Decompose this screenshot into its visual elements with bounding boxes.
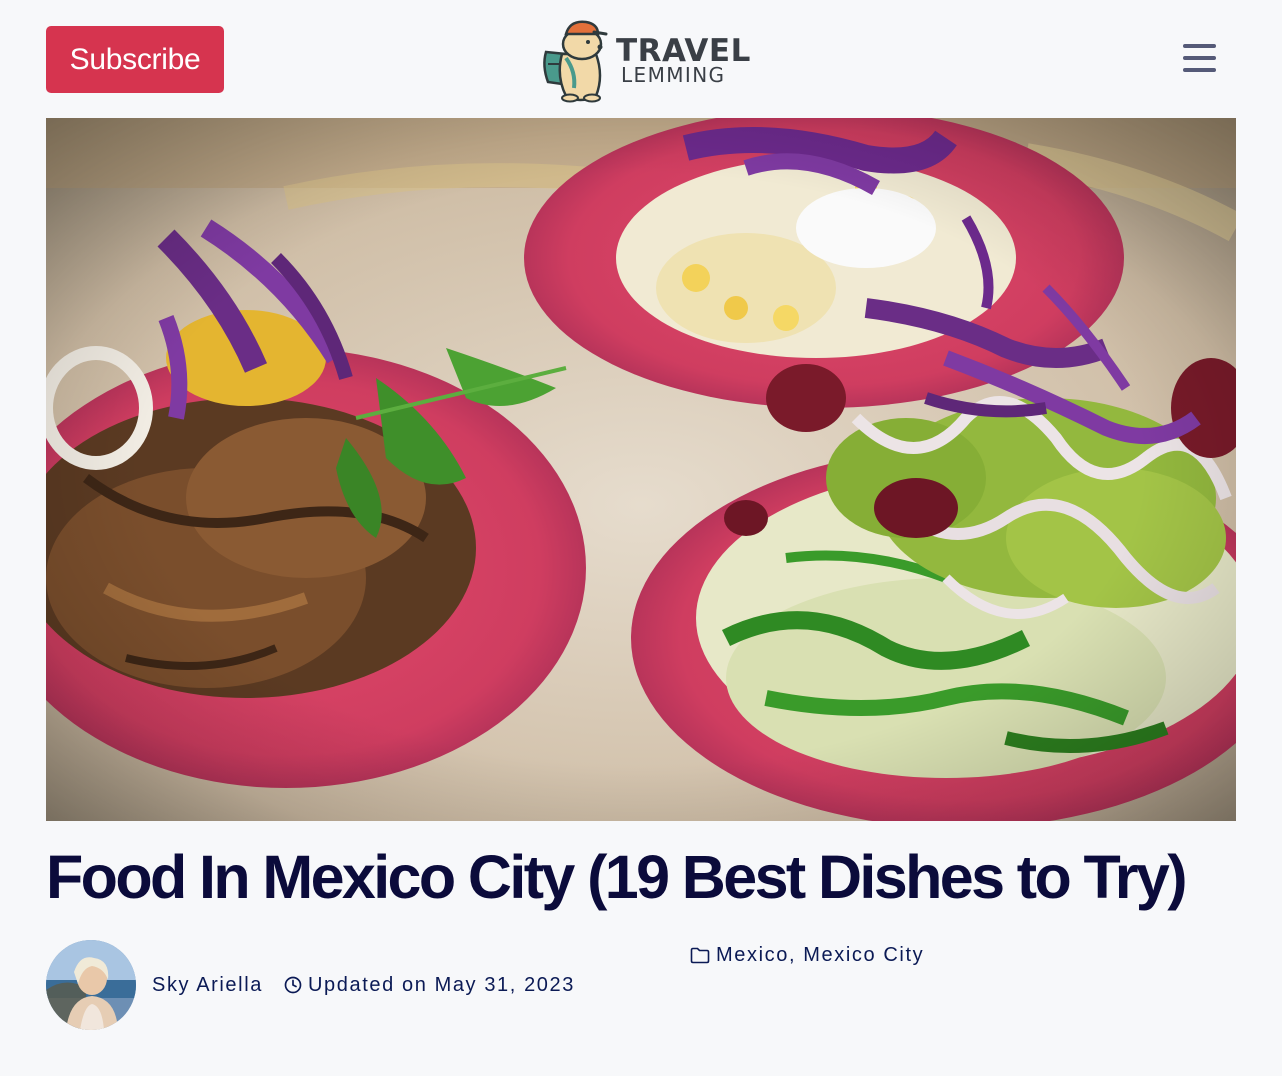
hamburger-menu-icon[interactable] [1176,38,1222,78]
folder-icon [690,947,710,964]
category-link-mexico[interactable]: Mexico [716,944,789,966]
lemming-backpacker-icon [543,20,608,103]
author-link[interactable]: Sky Ariella [152,974,263,997]
menu-bar-bottom [1183,68,1216,72]
menu-bar-top [1183,44,1216,48]
article-title: Food In Mexico City (19 Best Dishes to T… [46,843,1188,911]
hero-image [46,118,1236,821]
page: Subscribe TRAVEL LEMMING Food In Mexico … [0,0,1282,1076]
site-logo[interactable]: TRAVEL LEMMING [540,14,750,104]
category-link-mexico-city[interactable]: Mexico City [803,944,924,966]
menu-bar-middle [1183,56,1216,60]
updated-date-text: Updated on May 31, 2023 [308,974,575,996]
author-avatar[interactable] [46,940,136,1030]
clock-icon [284,976,302,994]
article-categories: Mexico, Mexico City [690,944,924,967]
category-separator: , [788,944,804,966]
subscribe-button[interactable]: Subscribe [46,26,224,93]
updated-date: Updated on May 31, 2023 [284,974,575,997]
logo-text: TRAVEL LEMMING [616,36,751,86]
